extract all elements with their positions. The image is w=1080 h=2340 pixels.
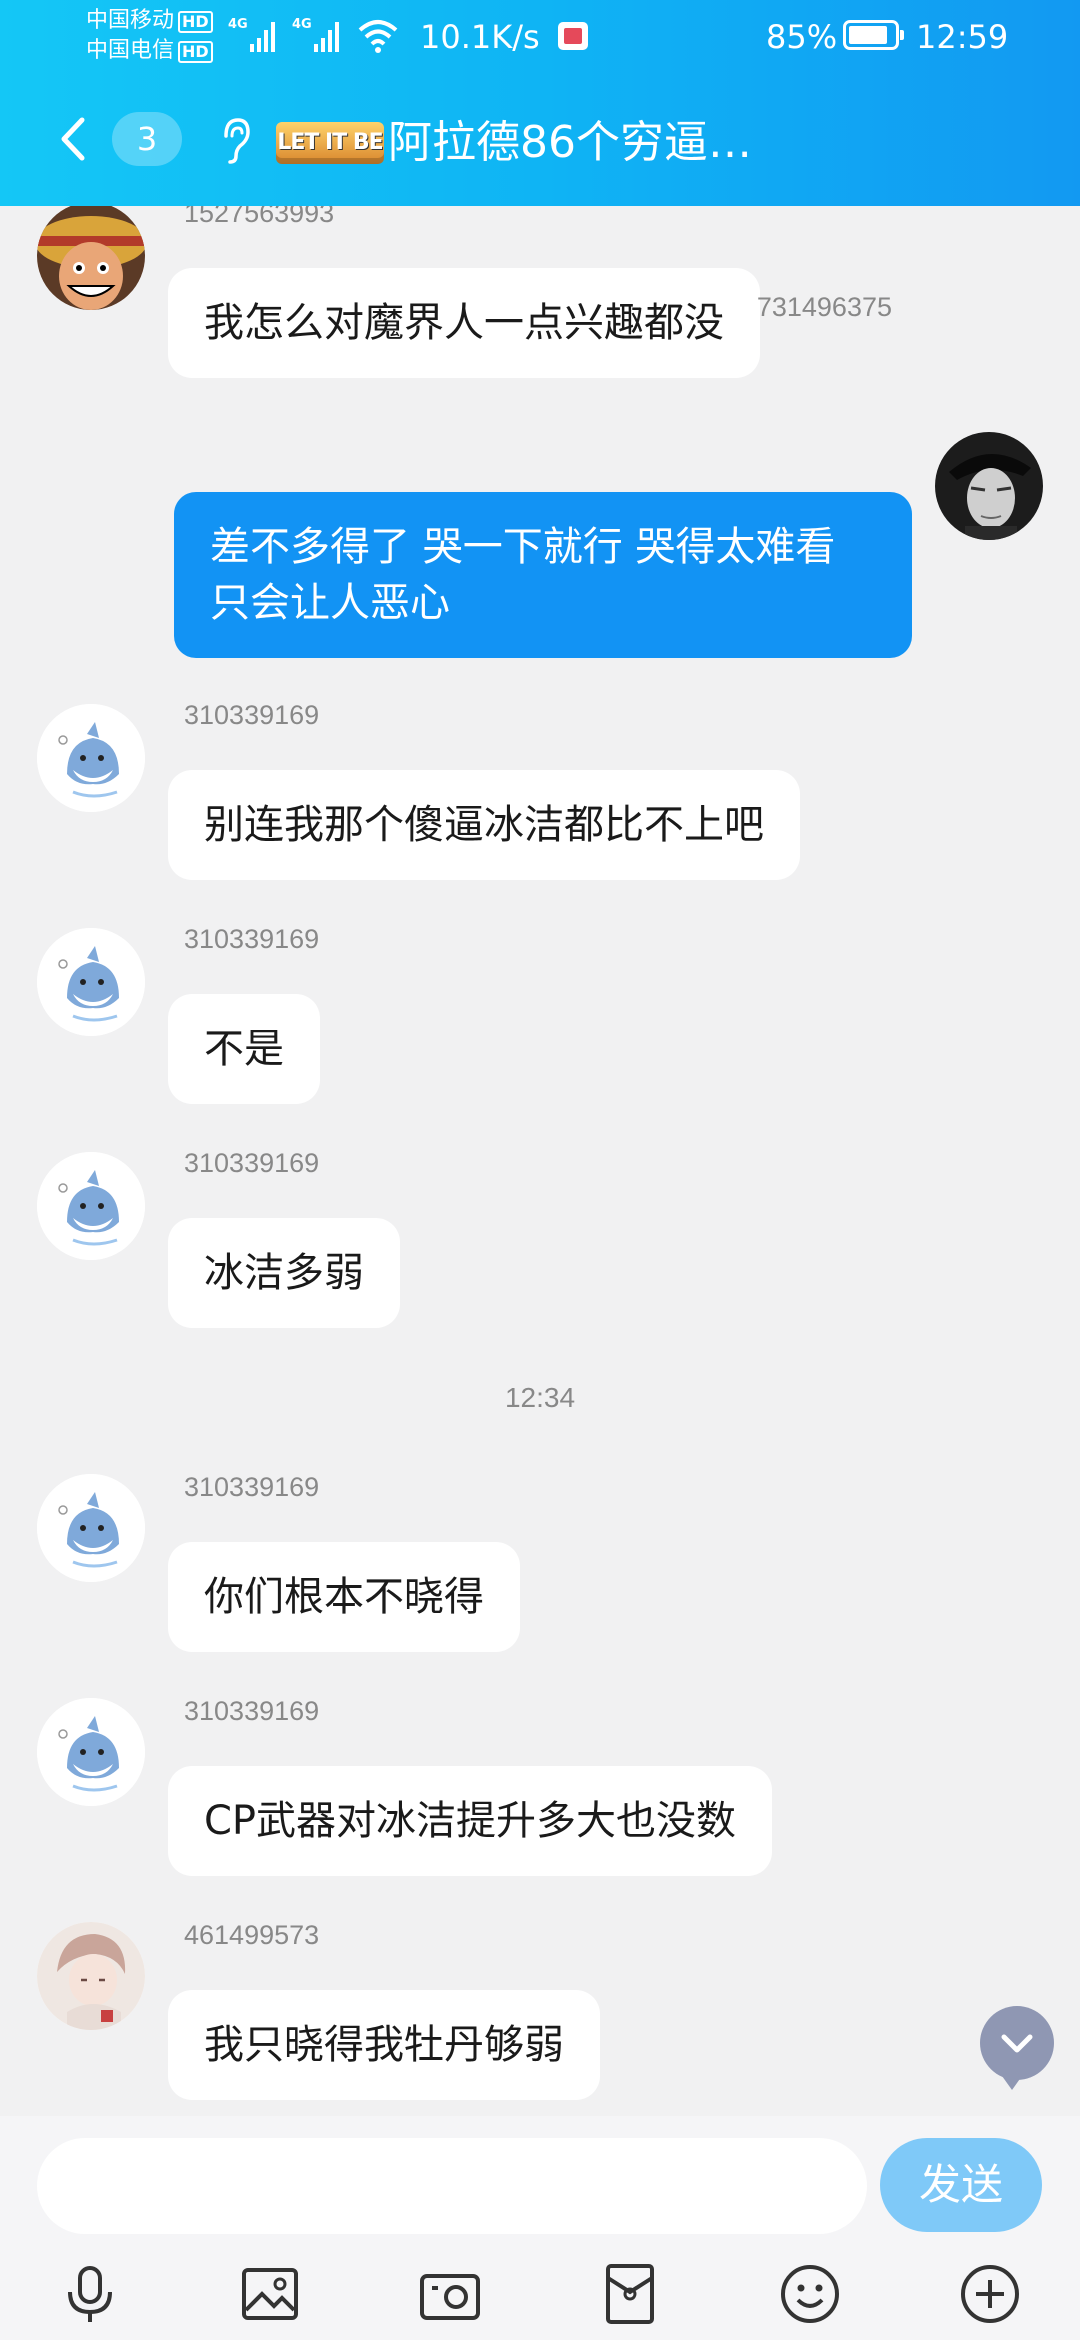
own-message-bubble[interactable]: 差不多得了 哭一下就行 哭得太难看 只会让人恶心 xyxy=(174,492,912,658)
shark-avatar-image xyxy=(37,704,145,812)
shark-avatar-image xyxy=(37,1474,145,1582)
shark-avatar-image xyxy=(37,928,145,1036)
anime-avatar-image xyxy=(37,1922,145,2030)
wifi-icon xyxy=(358,20,398,53)
input-toolbar xyxy=(0,2254,1080,2340)
scroll-to-bottom-button[interactable] xyxy=(980,2006,1054,2090)
chat-header: 中国移动HD 中国电信HD 4G 4G 10.1K/s 85% 12:59 xyxy=(0,0,1080,206)
message-timestamp: 12:34 xyxy=(504,1382,576,1413)
carrier-1: 中国移动 xyxy=(86,8,175,33)
anime-avatar[interactable] xyxy=(37,1922,145,2030)
battery-icon xyxy=(843,20,904,50)
image-icon[interactable] xyxy=(238,2262,302,2326)
message-bubble[interactable]: 我怎么对魔界人一点兴趣都没 xyxy=(168,268,760,378)
shark-avatar-image xyxy=(37,1698,145,1806)
sender-id: 310339169 xyxy=(184,1472,320,1502)
message-bubble[interactable]: 别连我那个傻逼冰洁都比不上吧 xyxy=(168,770,800,880)
sender-id: 310339169 xyxy=(184,1696,320,1726)
carrier-info: 中国移动 HD 中国电信 HD xyxy=(86,6,213,66)
message-bubble[interactable]: 我只晓得我牡丹够弱 xyxy=(168,1990,600,2100)
pirate-avatar-image xyxy=(37,206,145,310)
man-cap-avatar[interactable] xyxy=(935,432,1043,540)
shark-avatar[interactable] xyxy=(37,928,145,1036)
sender-id: 310339169 xyxy=(184,924,320,954)
plus-icon[interactable] xyxy=(958,2262,1022,2326)
group-logo-badge: LET IT BE xyxy=(276,122,384,164)
message-bubble[interactable]: CP武器对冰洁提升多大也没数 xyxy=(168,1766,773,1876)
microphone-icon[interactable] xyxy=(58,2262,122,2326)
chevron-down-icon xyxy=(1001,2034,1033,2053)
hd-badge-1: HD xyxy=(178,11,213,33)
input-bar: 发送 xyxy=(0,2116,1080,2340)
send-button[interactable]: 发送 xyxy=(880,2138,1042,2232)
shark-avatar[interactable] xyxy=(37,1152,145,1260)
shark-avatar[interactable] xyxy=(37,1698,145,1806)
message-bubble[interactable]: 你们根本不晓得 xyxy=(168,1542,520,1652)
network-speed: 10.1K/s xyxy=(420,18,540,56)
shark-avatar[interactable] xyxy=(37,1474,145,1582)
signal-icon-1: 4G xyxy=(228,17,275,52)
message-list[interactable]: 1527563993 我怎么对魔界人一点兴趣都没 731496375 差不多得了… xyxy=(0,206,1080,2116)
man-cap-avatar-image xyxy=(935,432,1043,540)
message-bubble[interactable]: 冰洁多弱 xyxy=(168,1218,400,1328)
camera-icon[interactable] xyxy=(418,2262,482,2326)
emoji-icon[interactable] xyxy=(778,2262,842,2326)
battery-percent: 85% xyxy=(766,18,838,56)
sender-id: 310339169 xyxy=(184,700,320,730)
network-label-2: 4G xyxy=(292,17,312,32)
book-notification-icon xyxy=(558,22,588,50)
sender-id: 731496375 xyxy=(756,292,892,322)
pirate-avatar[interactable] xyxy=(37,206,145,310)
sender-id: 310339169 xyxy=(184,1148,320,1178)
hd-badge-2: HD xyxy=(178,41,213,63)
carrier-2: 中国电信 xyxy=(86,38,175,63)
red-packet-icon[interactable] xyxy=(598,2262,662,2326)
sender-id: 461499573 xyxy=(184,1920,320,1950)
unread-count-badge[interactable]: 3 xyxy=(112,112,182,166)
shark-avatar-image xyxy=(37,1152,145,1260)
ear-icon[interactable] xyxy=(218,116,252,166)
shark-avatar[interactable] xyxy=(37,704,145,812)
message-bubble[interactable]: 不是 xyxy=(168,994,320,1104)
status-bar: 中国移动 HD 中国电信 HD 4G 4G 10.1K/s 85% 12:59 xyxy=(0,0,1080,74)
network-label-1: 4G xyxy=(228,17,248,32)
nav-bar: 3 LET IT BE 阿拉德86个穷逼… xyxy=(0,100,1080,180)
signal-icon-2: 4G xyxy=(292,17,339,52)
message-input[interactable] xyxy=(37,2138,867,2234)
status-time: 12:59 xyxy=(916,18,1009,56)
sender-id: 1527563993 xyxy=(184,206,335,228)
chat-title[interactable]: 阿拉德86个穷逼… xyxy=(388,114,752,172)
back-arrow-icon[interactable] xyxy=(50,114,100,164)
